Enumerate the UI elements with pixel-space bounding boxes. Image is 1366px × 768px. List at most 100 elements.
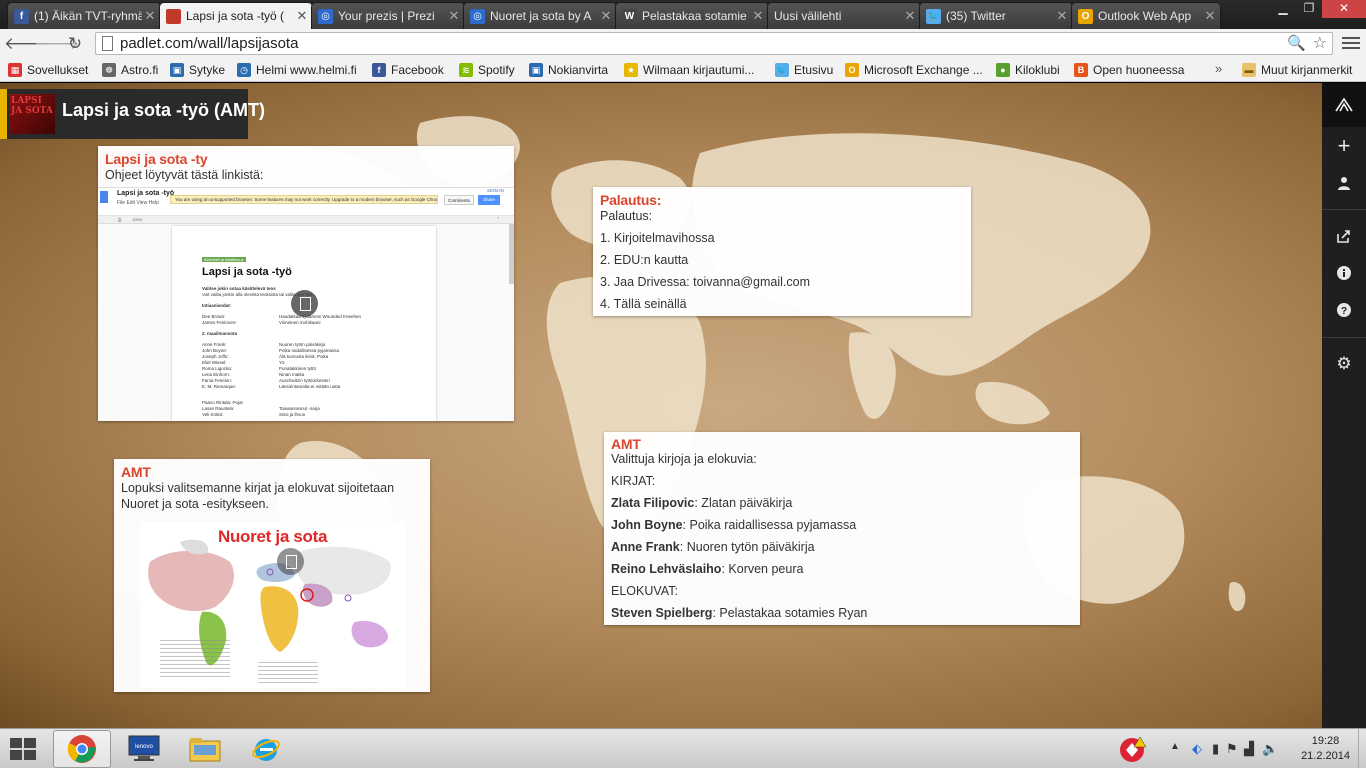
browser-tab[interactable]: ◎ Nuoret ja sota by A ✕ — [463, 2, 617, 29]
tab-close-icon[interactable]: ✕ — [1054, 8, 1070, 24]
maximize-button[interactable]: ❐ — [1296, 0, 1322, 18]
share-icon[interactable] — [1322, 217, 1366, 255]
chrome-menu-icon[interactable] — [1342, 34, 1360, 52]
info-icon[interactable] — [1322, 254, 1366, 292]
dropbox-icon[interactable]: ⬖ — [1192, 741, 1202, 757]
wall-header[interactable]: LAPSI JA SOTA Lapsi ja sota -työ (AMT) — [0, 89, 265, 139]
taskbar-lenovo[interactable]: lenovo — [115, 730, 173, 768]
browser-tab[interactable]: O Outlook Web App ✕ — [1071, 2, 1221, 29]
tab-favicon-icon: W — [622, 8, 637, 24]
doc-comments-button[interactable]: Comments — [444, 195, 474, 205]
bookmark-item[interactable]: ▦ Sovellukset — [8, 62, 88, 78]
svg-text:?: ? — [1341, 306, 1347, 317]
bookmarks-overflow-icon[interactable]: » — [1215, 61, 1222, 76]
user-icon[interactable] — [1322, 164, 1366, 202]
padlet-wall[interactable]: LAPSI JA SOTA Lapsi ja sota -työ (AMT) L… — [0, 83, 1322, 728]
map-image[interactable]: Nuoret ja sota — [140, 522, 406, 688]
map-note-text — [258, 662, 318, 684]
tab-close-icon[interactable]: ✕ — [1202, 8, 1218, 24]
bookmark-item[interactable]: ★ Wilmaan kirjautumi... — [624, 62, 754, 78]
browser-tab[interactable]: 🐦 (35) Twitter ✕ — [919, 2, 1073, 29]
bookmark-label: Nokianvirta — [548, 63, 609, 77]
clock[interactable]: 19:28 21.2.2014 — [1301, 734, 1350, 764]
show-desktop-button[interactable] — [1358, 729, 1366, 768]
other-bookmarks-folder[interactable]: ▬ Muut kirjanmerkit — [1242, 62, 1352, 78]
taskbar-explorer[interactable] — [176, 730, 234, 768]
url-input[interactable] — [120, 34, 1280, 53]
address-bar[interactable]: 🔍 ☆ — [95, 32, 1333, 55]
book-item: Reino Lehväslaiho: Korven peura — [611, 558, 1073, 580]
bookmark-favicon-icon: ▦ — [8, 63, 22, 77]
search-icon[interactable]: 🔍 — [1287, 34, 1306, 52]
tab-close-icon[interactable]: ✕ — [294, 8, 310, 24]
post-palautus[interactable]: Palautus: Palautus: 1. Kirjoitelmavihossa… — [593, 187, 971, 316]
settings-gear-icon[interactable]: ⚙ — [1322, 345, 1366, 383]
tab-close-icon[interactable]: ✕ — [598, 8, 614, 24]
work-author: Reino Lehväslaiho — [611, 562, 722, 576]
browser-tab[interactable]: W Pelastakaa sotamie ✕ — [615, 2, 769, 29]
start-button[interactable] — [10, 738, 38, 760]
battery-icon[interactable]: ▮ — [1212, 741, 1219, 757]
doc-line-text: Eliel Wiesel: — [202, 360, 227, 365]
forward-arrow-icon[interactable]: 🡒 — [34, 33, 80, 55]
bookmark-label: Helmi www.helmi.fi — [256, 63, 357, 77]
bookmark-item[interactable]: O Microsoft Exchange ... — [845, 62, 983, 78]
palautus-line: 3. Jaa Drivessa: toivanna@gmail.com — [600, 275, 810, 289]
doc-line: Veli Kräkö: Sissi ja lhvun — [202, 412, 436, 418]
post-amt-list[interactable]: AMT Valittuja kirjoja ja elokuvia: KIRJA… — [604, 432, 1080, 625]
bookmark-item[interactable]: ▣ Sytyke — [170, 62, 225, 78]
back-arrow-icon[interactable]: 🡐 — [4, 33, 50, 55]
tray-expand-icon[interactable]: ▲ — [1170, 741, 1180, 752]
doc-signin-link[interactable]: SIGN IN — [487, 188, 504, 193]
browser-tab[interactable]: Lapsi ja sota -työ (✕ — [159, 2, 313, 29]
tab-close-icon[interactable]: ✕ — [142, 8, 158, 24]
post-title: Lapsi ja sota -ty — [105, 151, 208, 167]
bookmark-item[interactable]: B Open huoneessa — [1074, 62, 1184, 78]
tab-title: (1) Äikän TVT-ryhmä — [34, 9, 142, 23]
tray-app-icon[interactable] — [1118, 735, 1148, 763]
minimize-button[interactable]: ▁ — [1270, 0, 1296, 18]
monitor-icon: lenovo — [128, 735, 160, 761]
taskbar-internet-explorer[interactable] — [237, 730, 295, 768]
tab-close-icon[interactable]: ✕ — [902, 8, 918, 24]
tab-close-icon[interactable]: ✕ — [750, 8, 766, 24]
tab-title: Pelastakaa sotamie — [642, 9, 747, 23]
tab-title: Uusi välilehti — [774, 9, 842, 23]
tab-title: Nuoret ja sota by A — [490, 9, 592, 23]
browser-tab[interactable]: ◎ Your prezis | Prezi ✕ — [311, 2, 465, 29]
bookmark-item[interactable]: f Facebook — [372, 62, 444, 78]
bookmark-item[interactable]: ≋ Spotify — [459, 62, 515, 78]
flag-icon[interactable]: ⚑ — [1226, 741, 1238, 757]
bookmark-favicon-icon: ● — [996, 63, 1010, 77]
doc-share-button[interactable]: Share — [478, 195, 500, 205]
taskbar-chrome[interactable] — [53, 730, 111, 768]
browser-tab[interactable]: Uusi välilehti ✕ — [767, 2, 921, 29]
bookmark-favicon-icon: ☸ — [102, 63, 116, 77]
help-icon[interactable]: ? — [1322, 291, 1366, 329]
document-preview[interactable]: Lapsi ja sota -työ File Edit View Help Y… — [98, 187, 514, 421]
reload-icon[interactable]: ↻ — [63, 33, 87, 55]
padlet-logo-icon[interactable] — [1322, 83, 1366, 127]
post-amt-map[interactable]: AMT Lopuksi valitsemanne kirjat ja eloku… — [114, 459, 430, 692]
tab-close-icon[interactable]: ✕ — [446, 8, 462, 24]
doc-line-text: E. M. Remarque: — [202, 384, 237, 389]
add-post-icon[interactable]: + — [1322, 127, 1366, 165]
doc-scrollbar[interactable] — [509, 224, 514, 284]
bookmark-favicon-icon: ▣ — [529, 63, 543, 77]
bookmark-item[interactable]: ☸ Astro.fi — [102, 62, 158, 78]
bookmark-item[interactable]: ● Kiloklubi — [996, 62, 1060, 78]
doc-line-text: 2. maailmansota — [202, 331, 238, 336]
browser-tab[interactable]: f (1) Äikän TVT-ryhmä ✕ — [7, 2, 161, 29]
bookmark-star-icon[interactable]: ☆ — [1313, 33, 1327, 53]
volume-icon[interactable]: 🔈 — [1262, 741, 1278, 757]
close-window-button[interactable]: ✕ — [1322, 0, 1366, 18]
doc-line-text: Lena Einhorn: — [202, 372, 231, 377]
book-item: Zlata Filipovic: Zlatan päiväkirja — [611, 492, 1073, 514]
wall-title[interactable]: Lapsi ja sota -työ (AMT) — [62, 100, 265, 121]
bookmark-item[interactable]: ▣ Nokianvirta — [529, 62, 608, 78]
bookmark-item[interactable]: 🐦 Etusivu — [775, 62, 833, 78]
bookmark-item[interactable]: ◷ Helmi www.helmi.fi — [237, 62, 357, 78]
post-doc-instructions[interactable]: Lapsi ja sota -ty Ohjeet löytyvät tästä … — [98, 146, 514, 421]
doc-line: 2. maailmansota — [202, 331, 436, 337]
network-icon[interactable]: ▟ — [1244, 741, 1254, 757]
